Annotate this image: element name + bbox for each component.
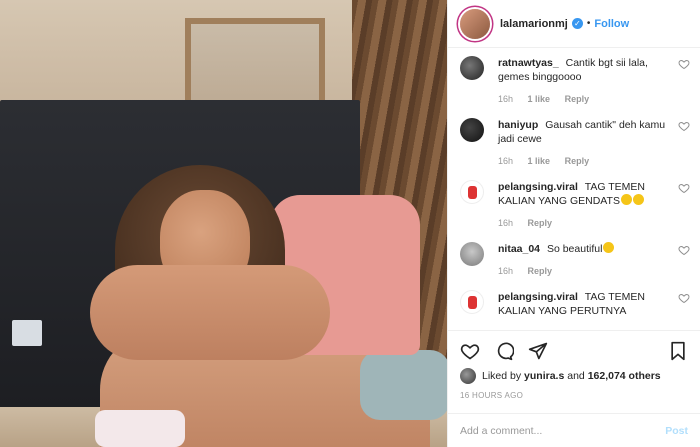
comment-text: So beautiful: [546, 243, 603, 255]
comment-heart-icon[interactable]: [678, 292, 690, 304]
comment-age: 16h: [498, 218, 514, 228]
post-header: lalamarionmj ✓ • Follow: [448, 0, 700, 48]
comment-likes-count[interactable]: 1 like: [528, 94, 551, 104]
add-comment-input[interactable]: [460, 424, 666, 437]
commenter-username[interactable]: pelangsing.viral: [498, 181, 578, 193]
comment-meta: 16h 1 like Reply: [498, 92, 672, 106]
comment-body: pelangsing.viral TAG TEMEN KALIAN YANG P…: [498, 290, 672, 318]
comment-meta: 16h Reply: [498, 216, 672, 230]
paper-plane-icon[interactable]: [528, 341, 548, 361]
post-photo[interactable]: [0, 0, 447, 447]
author-username[interactable]: lalamarionmj: [500, 18, 568, 30]
likes-and: and: [567, 370, 585, 382]
comments-list[interactable]: ratnawtyas_ Cantik bgt sii lala, gemes b…: [448, 48, 700, 330]
photo-person-arms: [90, 265, 330, 360]
comment-meta: 16h Reply: [498, 264, 672, 278]
worried-face-emoji-icon: [632, 194, 644, 205]
liker-username[interactable]: yunira.s: [524, 370, 564, 382]
comment-item: ratnawtyas_ Cantik bgt sii lala, gemes b…: [460, 56, 690, 106]
reply-button[interactable]: Reply: [528, 266, 553, 276]
header-separator: •: [586, 18, 591, 29]
reply-button[interactable]: Reply: [565, 156, 590, 166]
action-icons-row: [460, 337, 688, 365]
bookmark-icon[interactable]: [668, 341, 688, 361]
commenter-username[interactable]: haniyup: [498, 119, 538, 131]
comment-heart-icon[interactable]: [678, 244, 690, 256]
post-actions: Liked by yunira.s and 162,074 others 16 …: [448, 330, 700, 407]
commenter-username[interactable]: nitaa_04: [498, 243, 540, 255]
comment-likes-count[interactable]: 1 like: [528, 156, 551, 166]
comment-age: 16h: [498, 266, 514, 276]
grinning-face-emoji-icon: [620, 194, 632, 205]
add-comment-bar: Post: [448, 413, 700, 447]
commenter-username[interactable]: ratnawtyas_: [498, 57, 559, 69]
post-comment-button[interactable]: Post: [665, 425, 688, 437]
reply-button[interactable]: Reply: [528, 218, 553, 228]
follow-button[interactable]: Follow: [594, 18, 629, 30]
author-avatar[interactable]: [460, 8, 490, 39]
commenter-avatar[interactable]: [460, 290, 484, 314]
comment-body: pelangsing.viral TAG TEMEN KALIAN YANG G…: [498, 180, 672, 230]
verified-badge-icon: ✓: [571, 18, 583, 29]
comment-item: nitaa_04 So beautiful 16h Reply: [460, 242, 690, 278]
comment-item: haniyup Gausah cantik" deh kamu jadi cew…: [460, 118, 690, 168]
commenter-avatar[interactable]: [460, 242, 484, 266]
smiling-face-emoji-icon: [603, 242, 615, 253]
comment-item: pelangsing.viral TAG TEMEN KALIAN YANG G…: [460, 180, 690, 230]
reply-button[interactable]: Reply: [565, 94, 590, 104]
photo-person-shorts: [360, 350, 447, 420]
post-side-panel: lalamarionmj ✓ • Follow ratnawtyas_ Cant…: [447, 0, 700, 447]
comment-body: nitaa_04 So beautiful 16h Reply: [498, 242, 672, 278]
comment-heart-icon[interactable]: [678, 182, 690, 194]
photo-tv-sticker: [12, 320, 42, 346]
commenter-username[interactable]: pelangsing.viral: [498, 291, 578, 303]
comment-age: 16h: [498, 156, 514, 166]
commenter-avatar[interactable]: [460, 180, 484, 204]
likes-prefix: Liked by: [482, 370, 522, 382]
comment-bubble-icon[interactable]: [494, 341, 514, 361]
likes-summary: Liked by yunira.s and 162,074 others: [460, 365, 688, 387]
comment-heart-icon[interactable]: [678, 120, 690, 132]
comment-body: ratnawtyas_ Cantik bgt sii lala, gemes b…: [498, 56, 672, 106]
comment-age: 16h: [498, 94, 514, 104]
comment-body: haniyup Gausah cantik" deh kamu jadi cew…: [498, 118, 672, 168]
heart-icon[interactable]: [460, 341, 480, 361]
instagram-post-view: lalamarionmj ✓ • Follow ratnawtyas_ Cant…: [0, 0, 700, 447]
photo-person-sock: [95, 410, 185, 447]
comment-meta: 16h 1 like Reply: [498, 154, 672, 168]
commenter-avatar[interactable]: [460, 118, 484, 142]
liker-avatar[interactable]: [460, 368, 476, 384]
comment-heart-icon[interactable]: [678, 58, 690, 70]
post-timestamp[interactable]: 16 HOURS AGO: [460, 391, 688, 407]
comment-item: pelangsing.viral TAG TEMEN KALIAN YANG P…: [460, 290, 690, 318]
commenter-avatar[interactable]: [460, 56, 484, 80]
likes-count[interactable]: 162,074 others: [588, 370, 661, 382]
